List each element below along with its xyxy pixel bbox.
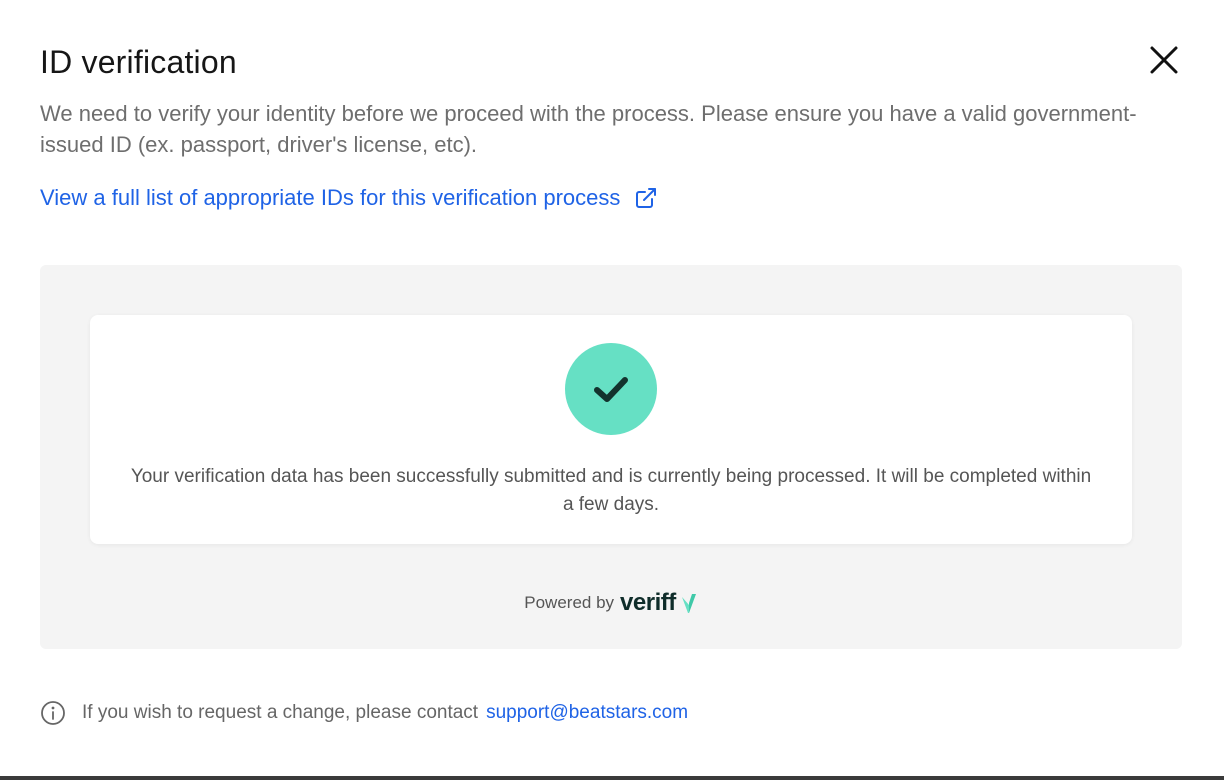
status-message: Your verification data has been successf… [130, 466, 1092, 515]
close-icon [1150, 46, 1178, 74]
appropriate-ids-link-label: View a full list of appropriate IDs for … [40, 185, 621, 210]
veriff-mark-icon [680, 591, 698, 615]
external-link-icon [634, 186, 658, 210]
help-footer: If you wish to request a change, please … [40, 700, 688, 726]
info-icon [40, 700, 66, 726]
powered-by: Powered by veriff [40, 591, 1182, 615]
success-badge [565, 343, 657, 435]
verification-panel: Your verification data has been successf… [40, 265, 1182, 649]
id-verification-dialog: ID verification We need to verify your i… [0, 0, 1224, 776]
dialog-title: ID verification [40, 44, 237, 80]
appropriate-ids-link[interactable]: View a full list of appropriate IDs for … [40, 185, 658, 211]
bottom-edge [0, 776, 1224, 780]
help-text: If you wish to request a change, please … [82, 702, 479, 723]
veriff-brand-name: veriff [620, 589, 676, 616]
dialog-description: We need to verify your identity before w… [40, 101, 1137, 157]
checkmark-icon [594, 377, 628, 402]
support-email-link[interactable]: support@beatstars.com [486, 702, 688, 724]
status-card: Your verification data has been successf… [90, 315, 1132, 544]
powered-by-label: Powered by [524, 593, 615, 612]
close-button[interactable] [1144, 40, 1184, 80]
veriff-logo: veriff [620, 591, 698, 615]
